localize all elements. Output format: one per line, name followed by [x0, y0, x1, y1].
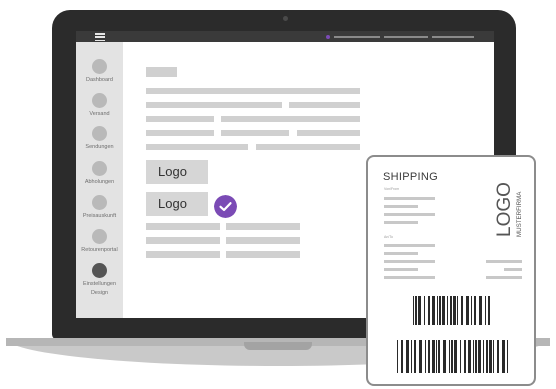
logo-subtext: MUSTERFIRMA — [516, 191, 523, 237]
dashboard-icon — [92, 59, 107, 74]
company-logo: LOGO MUSTERFIRMA — [494, 182, 523, 237]
preisauskunft-icon — [92, 195, 107, 210]
text-line-placeholder — [256, 144, 360, 150]
logo-option-1[interactable]: Logo — [146, 160, 208, 184]
text-line-placeholder — [146, 223, 220, 230]
address-line — [384, 197, 435, 200]
sidebar-item-label: Abholungen — [84, 179, 115, 185]
info-line — [504, 268, 522, 271]
shipping-label: SHIPPING Von/From An/To LOGO MUSTERFIRMA — [366, 155, 536, 386]
address-line — [384, 213, 435, 216]
text-line-placeholder — [226, 223, 300, 230]
sidebar-item-label: Preisauskunft — [82, 213, 117, 219]
topbar-item[interactable] — [334, 36, 380, 38]
address-line — [384, 276, 435, 279]
address-line — [384, 244, 435, 247]
sidebar-item-abholungen[interactable]: Abholungen — [76, 161, 123, 186]
text-line-placeholder — [221, 116, 360, 122]
page-title-placeholder — [146, 67, 177, 77]
checkmark-icon — [214, 195, 237, 218]
retourenportal-icon — [92, 229, 107, 244]
sidebar-item-sublabel: Design — [90, 290, 109, 296]
barcode — [397, 340, 509, 373]
barcode — [413, 296, 493, 325]
sidebar-item-label: Einstellungen — [82, 281, 117, 287]
text-line-placeholder — [297, 130, 360, 136]
sidebar-item-label: Versand — [89, 111, 110, 117]
address-line — [384, 205, 418, 208]
sidebar-item-label: Retourenportal — [81, 247, 118, 253]
logo-text: LOGO — [494, 182, 515, 237]
text-line-placeholder — [146, 102, 282, 108]
sidebar-item-label: Dashboard — [86, 77, 113, 83]
text-line-placeholder — [146, 116, 214, 122]
text-line-placeholder — [146, 130, 214, 136]
sidebar-item-retourenportal[interactable]: Retourenportal — [76, 229, 123, 254]
text-line-placeholder — [146, 237, 220, 244]
to-caption: An/To — [384, 235, 393, 239]
text-line-placeholder — [146, 251, 220, 258]
info-line — [486, 260, 522, 263]
address-line — [384, 268, 418, 271]
address-line — [384, 260, 435, 263]
sidebar-item-dashboard[interactable]: Dashboard — [76, 59, 123, 84]
text-line-placeholder — [226, 237, 300, 244]
from-caption: Von/From — [384, 187, 400, 191]
address-line — [384, 252, 418, 255]
top-bar — [76, 31, 494, 42]
topbar-item[interactable] — [432, 36, 474, 38]
laptop-notch — [244, 342, 312, 350]
logo-option-2[interactable]: Logo — [146, 192, 208, 216]
sidebar: Dashboard Versand Sendungen Abholungen P… — [76, 42, 123, 318]
webcam-icon — [283, 16, 288, 21]
sidebar-item-preisauskunft[interactable]: Preisauskunft — [76, 195, 123, 220]
abholungen-icon — [92, 161, 107, 176]
text-line-placeholder — [226, 251, 300, 258]
sendungen-icon — [92, 126, 107, 141]
text-line-placeholder — [289, 102, 360, 108]
versand-icon — [92, 93, 107, 108]
einstellungen-icon — [92, 263, 107, 278]
address-line — [384, 221, 418, 224]
text-line-placeholder — [146, 88, 360, 94]
sidebar-item-label: Sendungen — [85, 144, 114, 150]
sidebar-item-sendungen[interactable]: Sendungen — [76, 126, 123, 151]
text-line-placeholder — [221, 130, 289, 136]
info-line — [486, 276, 522, 279]
text-line-placeholder — [146, 144, 248, 150]
topbar-item[interactable] — [384, 36, 428, 38]
status-dot — [326, 35, 330, 39]
hamburger-icon[interactable] — [95, 33, 105, 42]
shipping-label-title: SHIPPING — [383, 171, 438, 183]
sidebar-item-versand[interactable]: Versand — [76, 93, 123, 118]
sidebar-item-einstellungen-design[interactable]: Einstellungen Design — [76, 263, 123, 297]
